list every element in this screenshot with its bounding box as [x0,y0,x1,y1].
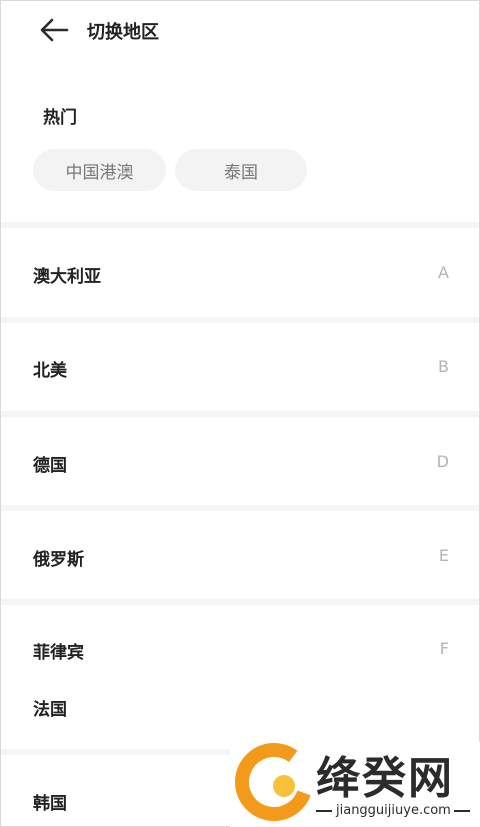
region-item-philippines[interactable]: 菲律宾 F [1,626,479,672]
back-button[interactable] [37,15,71,45]
watermark-rule-left [316,810,332,812]
region-item-australia[interactable]: 澳大利亚 A [1,250,479,296]
watermark-url: jiangguijiuye.com [336,803,451,818]
section-divider [1,222,479,228]
site-watermark: 绛癸网 jiangguijiuye.com [230,742,480,827]
back-arrow-icon [40,18,69,42]
index-letter: E [438,546,449,565]
region-label: 俄罗斯 [33,550,84,570]
top-bar: 切换地区 [1,1,479,59]
index-letter: D [436,452,449,471]
index-letter: A [438,263,449,282]
page-title: 切换地区 [87,22,159,43]
region-item-russia[interactable]: 俄罗斯 E [1,533,479,579]
index-letter: B [438,357,449,376]
region-label: 德国 [33,456,67,476]
region-item-france[interactable]: 法国 [1,683,479,729]
region-label: 菲律宾 [33,643,84,663]
g-logo-icon [235,743,313,821]
app-screen: 切换地区 热门 中国港澳 泰国 澳大利亚 A 北美 B 德国 D 俄罗斯 E 菲… [0,0,480,827]
watermark-title: 绛癸网 [316,753,454,804]
region-item-germany[interactable]: 德国 D [1,439,479,485]
hot-section-title: 热门 [43,108,77,128]
region-label: 澳大利亚 [33,267,101,287]
region-label: 北美 [33,361,67,381]
region-item-north-america[interactable]: 北美 B [1,344,479,390]
section-divider [1,411,479,417]
watermark-rule-right [454,810,470,812]
region-label: 韩国 [33,794,67,814]
section-divider [1,505,479,511]
hot-chip-hk-macau[interactable]: 中国港澳 [33,149,166,191]
index-letter: F [439,639,449,658]
section-divider [1,317,479,323]
hot-chip-thailand[interactable]: 泰国 [175,149,307,191]
region-label: 法国 [33,700,67,720]
section-divider [1,599,479,605]
